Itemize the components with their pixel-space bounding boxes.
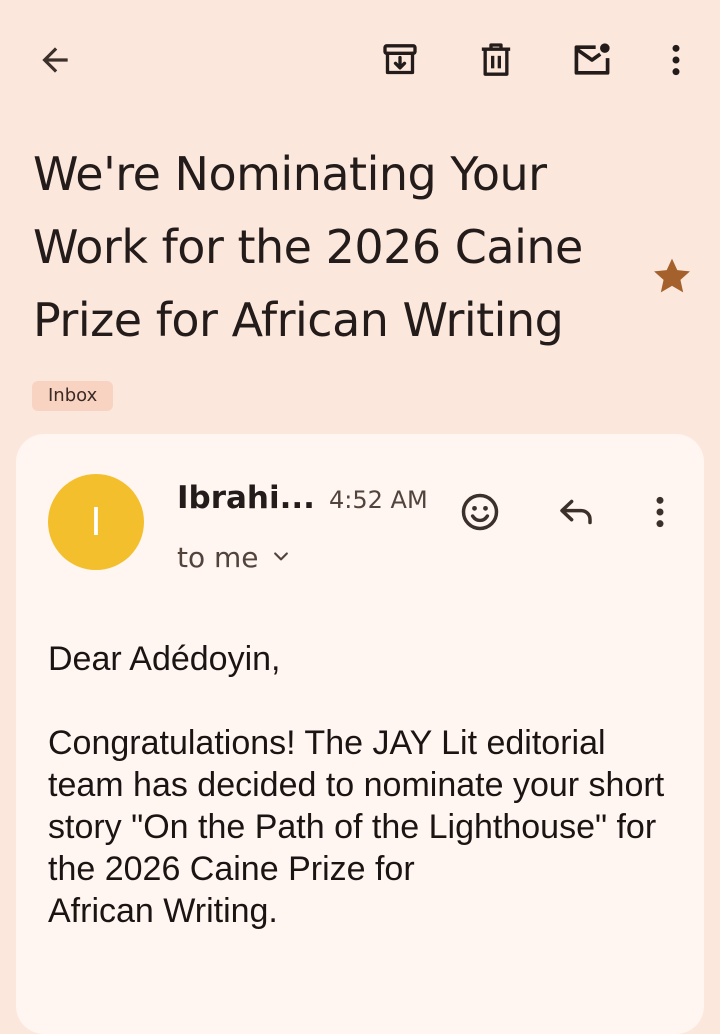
emoji-smile-icon <box>458 490 502 539</box>
mark-unread-button[interactable] <box>568 36 616 84</box>
message-time: 4:52 AM <box>329 486 428 514</box>
more-options-button[interactable] <box>652 36 700 84</box>
top-app-bar <box>0 0 720 120</box>
sender-name[interactable]: Ibrahi... <box>177 478 315 518</box>
add-reaction-button[interactable] <box>456 490 504 538</box>
delete-button[interactable] <box>472 36 520 84</box>
recipient-label: to me <box>177 541 259 574</box>
archive-button[interactable] <box>376 36 424 84</box>
archive-icon <box>380 40 420 80</box>
body-greeting: Dear Adédoyin, <box>48 640 281 678</box>
mail-unread-icon <box>570 38 614 82</box>
message-card: I Ibrahi... 4:52 AM to me Dear Adédoyin,… <box>16 434 704 1034</box>
inbox-label-chip[interactable]: Inbox <box>32 381 114 411</box>
message-body: Dear Adédoyin, Congratulations! The JAY … <box>48 638 668 932</box>
message-more-button[interactable] <box>636 490 684 538</box>
reply-button[interactable] <box>552 490 600 538</box>
back-button[interactable] <box>31 36 79 84</box>
more-vert-icon <box>656 40 696 80</box>
more-vert-icon <box>640 492 680 537</box>
star-button[interactable] <box>648 254 696 302</box>
star-icon <box>650 254 694 303</box>
email-subject: We're Nominating Your Work for the 2026 … <box>33 147 583 347</box>
recipient-details-toggle[interactable]: to me <box>177 538 291 578</box>
avatar[interactable]: I <box>48 474 144 570</box>
chevron-down-icon <box>271 546 291 571</box>
body-paragraph: Congratulations! The JAY Lit editorial t… <box>48 724 665 930</box>
trash-icon <box>476 40 516 80</box>
arrow-left-icon <box>36 41 74 79</box>
reply-icon <box>555 491 597 538</box>
